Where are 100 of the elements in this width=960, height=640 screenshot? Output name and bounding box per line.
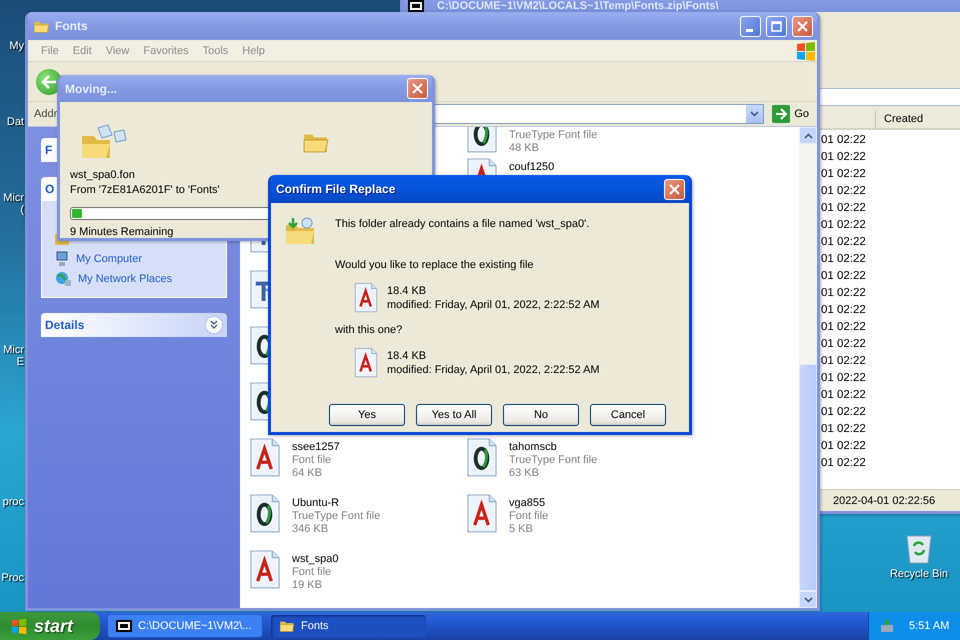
start-button[interactable]: start	[0, 612, 100, 640]
truetype-file-icon	[465, 437, 499, 478]
file-name: wst_spa0.fon	[70, 168, 135, 183]
maximize-button[interactable]	[766, 16, 787, 36]
file-type: TrueType Font file	[509, 129, 598, 142]
taskbar-button[interactable]: Fonts	[271, 614, 426, 638]
archive-app-icon	[116, 620, 132, 632]
file-size: 18.4 KB	[387, 348, 428, 363]
table-cell-text: 01 02:22	[821, 235, 867, 250]
file-size: 64 KB	[292, 467, 323, 480]
file-size: 346 KB	[292, 523, 330, 536]
table-cell-text: 01 02:22	[821, 320, 867, 335]
clock: 5:51 AM	[909, 620, 950, 632]
file-name[interactable]: Ubuntu-R	[292, 497, 380, 510]
file-type: TrueType Font file	[292, 510, 380, 523]
desktop-icon-label[interactable]: Micr (	[0, 192, 24, 216]
table-cell-text: 01 02:22	[821, 252, 867, 267]
table-cell-text: 01 02:22	[821, 371, 867, 386]
task-pane-title: Details	[45, 318, 84, 332]
file-size: 5 KB	[509, 523, 534, 536]
maximize-icon	[771, 20, 782, 32]
file-name[interactable]: wst_spa0	[292, 553, 338, 566]
table-cell-text: 01 02:22	[821, 388, 867, 403]
place-link[interactable]: My Network Places	[78, 273, 172, 285]
desktop-icon-label[interactable]: My	[0, 40, 24, 52]
file-size: 18.4 KB	[387, 284, 428, 298]
close-button[interactable]	[792, 16, 813, 36]
dialog-title: Moving...	[65, 82, 118, 96]
close-button[interactable]	[664, 178, 685, 200]
go-button[interactable]: Go	[768, 104, 813, 124]
replace-folder-icon	[285, 217, 317, 245]
file-type: Font file	[292, 566, 332, 579]
font-file-icon	[248, 549, 282, 590]
back-arrow-icon	[41, 74, 57, 88]
modified-date: modified: Friday, April 01, 2022, 2:22:52 AM	[387, 298, 600, 312]
file-size: 63 KB	[509, 467, 540, 480]
dialog-button[interactable]: No	[503, 404, 579, 426]
table-cell-text: 01 02:22	[821, 133, 867, 148]
go-arrow-icon	[772, 105, 790, 123]
file-type: Font file	[292, 454, 332, 467]
table-cell-text: 01 02:22	[821, 269, 867, 284]
table-cell-text: 01 02:22	[821, 405, 867, 420]
question-text: Would you like to replace the existing file	[335, 258, 535, 272]
question-text: with this one?	[335, 323, 404, 338]
table-cell-text: 01 02:22	[821, 337, 867, 352]
dialog-button[interactable]: Cancel	[590, 404, 666, 426]
truetype-file-icon	[248, 325, 268, 366]
dialog-button[interactable]: Yes	[329, 404, 405, 426]
window-title: C:\DOCUME~1\VM2\LOCALS~1\Temp\Fonts.zip\Fonts\	[436, 0, 720, 12]
table-cell-text: 01 02:22	[821, 354, 867, 369]
file-size: 48 KB	[509, 142, 540, 155]
table-cell-text: 01 02:22	[821, 201, 867, 216]
scroll-up-icon[interactable]	[804, 132, 812, 138]
table-cell-text: 01 02:22	[821, 422, 867, 437]
scroll-down-icon[interactable]	[804, 596, 812, 602]
desktop-icon-label[interactable]: Micr E	[0, 344, 24, 368]
close-icon	[669, 184, 680, 194]
column-header[interactable]: Created	[876, 110, 960, 128]
table-cell-text: 01 02:22	[821, 439, 867, 454]
folder-icon	[279, 619, 295, 633]
file-name[interactable]: couf1250	[509, 161, 554, 174]
file-name[interactable]: ssee1257	[292, 441, 340, 454]
taskbar-button[interactable]: C:\DOCUME~1\VM2\...	[108, 614, 263, 638]
time-remaining: 9 Minutes Remaining	[70, 226, 174, 238]
minimize-button[interactable]	[740, 16, 761, 36]
minimize-icon	[746, 28, 752, 32]
table-cell-text: 01 02:22	[821, 303, 867, 318]
truetype-file-icon	[248, 493, 282, 534]
font-file-icon	[353, 347, 379, 378]
file-type: Font file	[509, 510, 548, 523]
file-type: TrueType Font file	[509, 454, 598, 467]
dialog-title: Confirm File Replace	[276, 182, 396, 196]
windows-logo-icon	[10, 617, 28, 635]
close-icon	[797, 20, 808, 32]
table-cell-text: 01 02:22	[821, 456, 867, 471]
desktop-icon-label[interactable]: Dat	[0, 116, 24, 128]
caret-icon	[750, 111, 760, 117]
computer-icon	[54, 251, 70, 267]
moving-files-icon	[80, 124, 128, 160]
address-label: Addr	[34, 108, 58, 120]
archive-app-icon	[408, 0, 424, 12]
dialog-button[interactable]: Yes to All	[416, 404, 492, 426]
status-text: 2022-04-01 02:22:56	[833, 494, 936, 506]
task-pane-title: O	[45, 182, 54, 196]
table-cell-text: 01 02:22	[821, 286, 867, 301]
task-pane-title: F	[45, 143, 52, 157]
dropdown-button[interactable]	[746, 105, 764, 123]
place-link[interactable]: My Computer	[76, 253, 142, 265]
scrollbar[interactable]	[799, 127, 817, 608]
window-title: Fonts	[55, 19, 89, 33]
close-button[interactable]	[407, 78, 428, 99]
close-icon	[412, 83, 423, 94]
network-icon	[54, 271, 72, 287]
expand-button[interactable]	[205, 316, 223, 334]
truetype-file-icon	[248, 381, 268, 422]
font-file-icon	[353, 282, 379, 314]
file-name[interactable]: tahomscb	[509, 441, 598, 454]
file-size: 19 KB	[292, 579, 323, 592]
font-file-icon	[248, 437, 282, 478]
file-name[interactable]: vga855	[509, 497, 548, 510]
